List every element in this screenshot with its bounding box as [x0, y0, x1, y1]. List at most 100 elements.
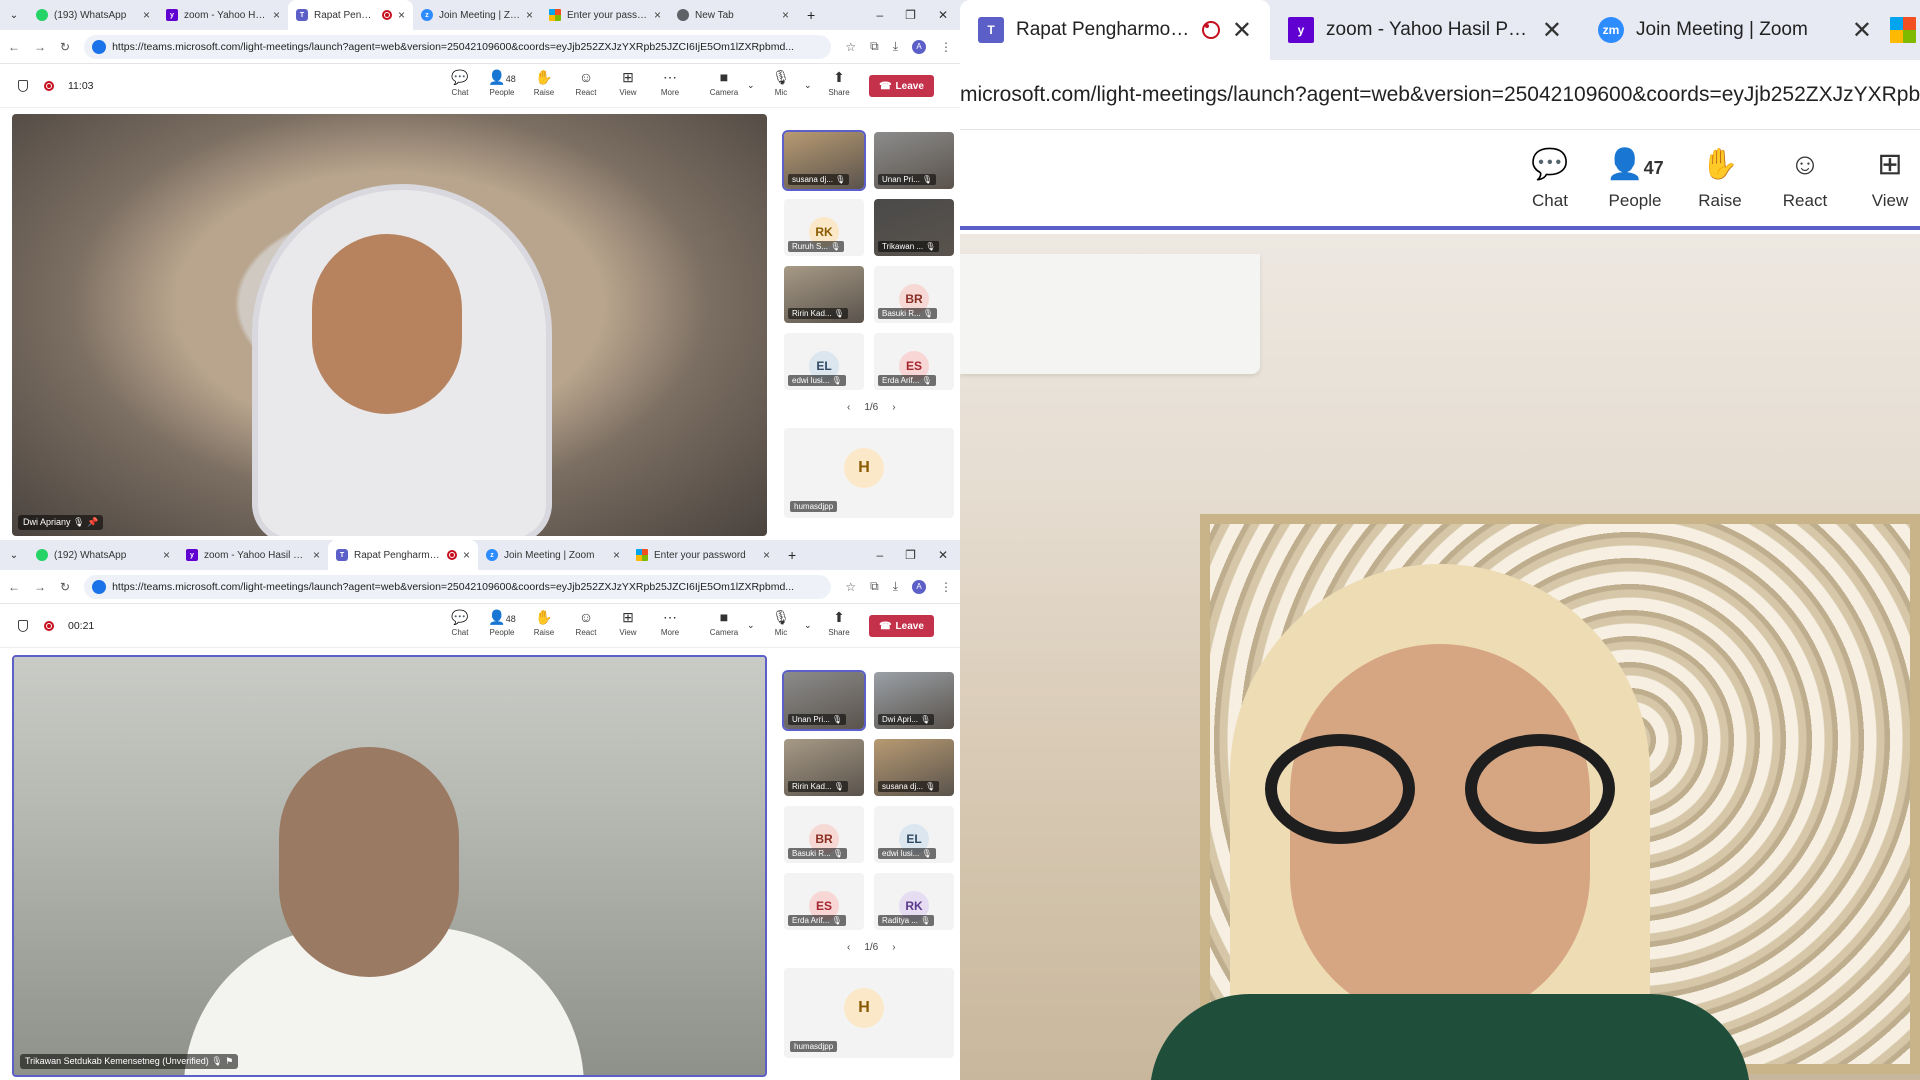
participant-tile[interactable]: BR Basuki R... 🎙 [784, 806, 864, 863]
tab-teams-meeting[interactable]: TRapat Pengharmonisasian× [288, 0, 413, 30]
extensions-icon[interactable]: ⧉ [870, 39, 879, 54]
close-icon[interactable]: × [654, 8, 661, 22]
raise-hand-button[interactable]: ✋ Raise [527, 68, 561, 97]
restore-icon[interactable]: ❐ [905, 548, 916, 562]
share-button[interactable]: ⬆ Share [822, 68, 856, 97]
camera-button[interactable]: ■ Camera [707, 68, 741, 97]
close-icon[interactable]: × [163, 548, 170, 562]
tab-teams-meeting[interactable]: TRapat Pengharmonisasian× [328, 540, 478, 570]
tab-password[interactable]: Enter your password× [628, 540, 778, 570]
close-icon[interactable]: × [463, 548, 470, 562]
new-tab-plus-icon[interactable]: + [807, 7, 815, 23]
participant-tile[interactable]: Ririn Kad... 🎙 [784, 739, 864, 796]
reload-icon[interactable]: ↻ [60, 580, 70, 594]
menu-icon[interactable]: ⋮ [940, 40, 952, 54]
site-info-icon[interactable] [92, 579, 107, 594]
close-icon[interactable]: × [143, 8, 150, 22]
participant-tile[interactable]: RK Ruruh S... 🎙 [784, 199, 864, 256]
reload-icon[interactable]: ↻ [60, 40, 70, 54]
profile-avatar[interactable]: A [912, 579, 926, 594]
site-info-icon[interactable] [92, 39, 107, 54]
participant-tile[interactable]: ES Erda Arif... 🎙 [784, 873, 864, 930]
star-icon[interactable]: ☆ [845, 580, 856, 594]
forward-icon[interactable]: → [34, 40, 46, 54]
next-page-icon[interactable]: › [892, 402, 895, 413]
chat-button[interactable]: 💬 Chat [443, 68, 477, 97]
view-button[interactable]: ⊞ View [611, 68, 645, 97]
mic-chevron-icon[interactable]: ⌄ [804, 620, 812, 631]
leave-button[interactable]: ☎ Leave [869, 615, 934, 637]
profile-avatar[interactable]: A [912, 39, 926, 54]
tab-whatsapp[interactable]: (193) WhatsApp × [28, 0, 158, 30]
chat-button[interactable]: 💬 Chat [443, 608, 477, 637]
react-button[interactable]: ☺ React [1770, 145, 1840, 211]
participant-tile[interactable]: EL edwi lusi... 🎙 [784, 333, 864, 390]
participant-tile[interactable]: Unan Pri... 🎙 [874, 132, 954, 189]
participant-tile[interactable]: EL edwi lusi... 🎙 [874, 806, 954, 863]
tab-list-chevron-icon[interactable]: ⌄ [0, 10, 28, 21]
url-field[interactable]: https://teams.microsoft.com/light-meetin… [84, 574, 832, 599]
prev-page-icon[interactable]: ‹ [847, 942, 850, 953]
close-icon[interactable]: × [273, 8, 280, 22]
participant-tile[interactable]: Ririn Kad... 🎙 [784, 266, 864, 323]
participant-tile[interactable]: susana dj... 🎙 [782, 130, 866, 191]
participant-tile[interactable]: susana dj... 🎙 [874, 739, 954, 796]
tab-list-chevron-icon[interactable]: ⌄ [0, 550, 28, 561]
raise-hand-button[interactable]: ✋ Raise [527, 608, 561, 637]
tab-zoom[interactable]: zm Join Meeting | Zoom ✕ [1580, 0, 1890, 60]
tab-zoom[interactable]: zJoin Meeting | Zoom× [478, 540, 628, 570]
close-icon[interactable]: ✕ [1852, 16, 1872, 45]
prev-page-icon[interactable]: ‹ [847, 402, 850, 413]
view-button[interactable]: ⊞ View [611, 608, 645, 637]
people-button[interactable]: 👤48 People [485, 608, 519, 637]
tab-new-tab[interactable]: New Tab × [669, 0, 797, 30]
url-field[interactable]: https://teams.microsoft.com/light-meetin… [84, 34, 832, 59]
participant-tile[interactable]: Trikawan ... 🎙 [874, 199, 954, 256]
download-icon[interactable]: ⤓ [893, 579, 898, 594]
download-icon[interactable]: ⤓ [893, 39, 898, 54]
participant-tile[interactable]: Unan Pri... 🎙 [782, 670, 866, 731]
raise-hand-button[interactable]: ✋ Raise [1685, 145, 1755, 211]
participant-tile[interactable]: ES Erda Arif... 🎙 [874, 333, 954, 390]
leave-button[interactable]: ☎ Leave [869, 75, 934, 97]
tab-yahoo[interactable]: yzoom - Yahoo Hasil Pencarian× [158, 0, 288, 30]
people-button[interactable]: 👤47 People [1600, 145, 1670, 211]
next-page-icon[interactable]: › [892, 942, 895, 953]
view-button[interactable]: ⊞ View [1855, 145, 1920, 211]
close-window-icon[interactable]: ✕ [938, 8, 948, 22]
mic-chevron-icon[interactable]: ⌄ [804, 80, 812, 91]
camera-button[interactable]: ■ Camera [707, 608, 741, 637]
back-icon[interactable]: ← [8, 580, 20, 594]
extensions-icon[interactable]: ⧉ [870, 579, 879, 594]
close-icon[interactable]: ✕ [1232, 16, 1252, 45]
close-icon[interactable]: × [526, 8, 533, 22]
tab-whatsapp[interactable]: (192) WhatsApp × [28, 540, 178, 570]
close-icon[interactable]: × [613, 548, 620, 562]
chat-button[interactable]: 💬 Chat [1515, 145, 1585, 211]
url-field[interactable]: microsoft.com/light-meetings/launch?agen… [960, 60, 1920, 130]
share-button[interactable]: ⬆ Share [822, 608, 856, 637]
participant-tile-large[interactable]: Hhumasdjpp [784, 968, 954, 1058]
people-button[interactable]: 👤48 People [485, 68, 519, 97]
close-icon[interactable]: × [763, 548, 770, 562]
minimize-icon[interactable]: – [876, 8, 883, 22]
tab-password[interactable]: Enter your password× [541, 0, 669, 30]
mic-button[interactable]: 🎙 Mic [764, 68, 798, 97]
tab-teams-meeting[interactable]: TRapat Pengharmonisasian✕ [960, 0, 1270, 60]
close-window-icon[interactable]: ✕ [938, 548, 948, 562]
close-icon[interactable]: × [782, 8, 789, 22]
participant-tile[interactable]: Dwi Apri... 🎙 [874, 672, 954, 729]
close-icon[interactable]: × [313, 548, 320, 562]
camera-chevron-icon[interactable]: ⌄ [747, 620, 755, 631]
participant-tile[interactable]: RK Raditya ... 🎙 [874, 873, 954, 930]
forward-icon[interactable]: → [34, 580, 46, 594]
close-icon[interactable]: × [398, 8, 405, 22]
mic-button[interactable]: 🎙 Mic [764, 608, 798, 637]
react-button[interactable]: ☺ React [569, 608, 603, 637]
minimize-icon[interactable]: – [876, 548, 883, 562]
more-button[interactable]: ⋯ More [653, 68, 687, 97]
close-icon[interactable]: ✕ [1542, 16, 1562, 45]
tab-zoom[interactable]: zJoin Meeting | Zoom× [413, 0, 541, 30]
new-tab-plus-icon[interactable]: + [788, 547, 796, 563]
tab-yahoo[interactable]: yzoom - Yahoo Hasil Pencarian× [178, 540, 328, 570]
